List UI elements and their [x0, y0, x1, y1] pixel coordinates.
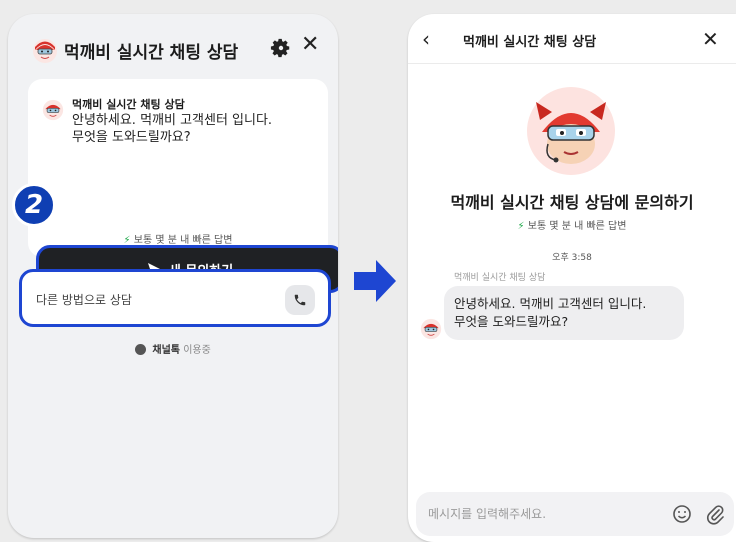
message-sender-name: 먹깨비 실시간 채팅 상담	[454, 273, 546, 283]
welcome-message: 안녕하세요. 먹깨비 고객센터 입니다. 무엇을 도와드릴까요?	[72, 113, 273, 145]
arrow-right-icon	[354, 260, 396, 302]
message-bubble: 안녕하세요. 먹깨비 고객센터 입니다. 무엇을 도와드릴까요?	[444, 286, 684, 340]
reply-speed-note: ⚡ 보통 몇 분 내 빠른 답변	[408, 217, 736, 232]
chat-conversation-panel: ‹ 먹깨비 실시간 채팅 상담 ✕ 먹깨비 실시간 채팅 상담에 문의하기 ⚡ …	[408, 14, 736, 542]
attachment-icon[interactable]	[704, 503, 726, 525]
message-composer	[416, 492, 734, 536]
conversation-header: ‹ 먹깨비 실시간 채팅 상담 ✕	[408, 14, 736, 64]
emoji-icon[interactable]	[671, 503, 693, 525]
message-line-1: 안녕하세요. 먹깨비 고객센터 입니다.	[454, 296, 647, 311]
hero-title: 먹깨비 실시간 채팅 상담에 문의하기	[450, 193, 694, 212]
back-icon[interactable]: ‹	[422, 27, 430, 51]
reply-speed-note: ⚡ 보통 몇 분 내 빠른 답변	[8, 231, 338, 246]
mascot-avatar-icon	[420, 318, 442, 340]
close-icon[interactable]: ✕	[301, 34, 319, 56]
channeltalk-logo-icon	[135, 344, 147, 355]
powered-brand: 채널톡	[152, 345, 180, 356]
phone-icon	[294, 294, 306, 306]
other-method-label: 다른 방법으로 상담	[36, 293, 132, 307]
mascot-avatar-icon	[42, 99, 64, 121]
close-icon[interactable]: ✕	[702, 27, 719, 51]
message-timestamp: 오후 3:58	[552, 253, 592, 263]
message-input[interactable]	[428, 504, 628, 524]
powered-suffix: 이용중	[183, 345, 211, 356]
mascot-avatar-icon	[33, 39, 57, 63]
step-badge: 2	[12, 183, 56, 227]
message-line-2: 무엇을 도와드릴까요?	[454, 314, 569, 329]
lightning-icon: ⚡	[123, 235, 131, 246]
powered-by[interactable]: 채널톡 이용중	[8, 341, 338, 356]
phone-button[interactable]	[285, 285, 315, 315]
chat-home-title: 먹깨비 실시간 채팅 상담	[64, 43, 239, 63]
lightning-icon: ⚡	[517, 221, 525, 232]
chat-home-panel: 먹깨비 실시간 채팅 상담 ✕ 먹깨비 실시간 채팅 상담 안녕하세요. 먹깨비…	[8, 14, 338, 538]
welcome-sender-name: 먹깨비 실시간 채팅 상담	[72, 98, 185, 111]
reply-speed-text: 보통 몇 분 내 빠른 답변	[527, 221, 627, 232]
conversation-title: 먹깨비 실시간 채팅 상담	[463, 35, 597, 50]
mascot-hero-image	[527, 87, 615, 175]
gear-icon[interactable]	[270, 37, 292, 59]
other-method-button[interactable]: 다른 방법으로 상담	[19, 269, 331, 327]
reply-speed-text: 보통 몇 분 내 빠른 답변	[133, 235, 233, 246]
chat-home-header: 먹깨비 실시간 채팅 상담 ✕	[8, 14, 338, 74]
